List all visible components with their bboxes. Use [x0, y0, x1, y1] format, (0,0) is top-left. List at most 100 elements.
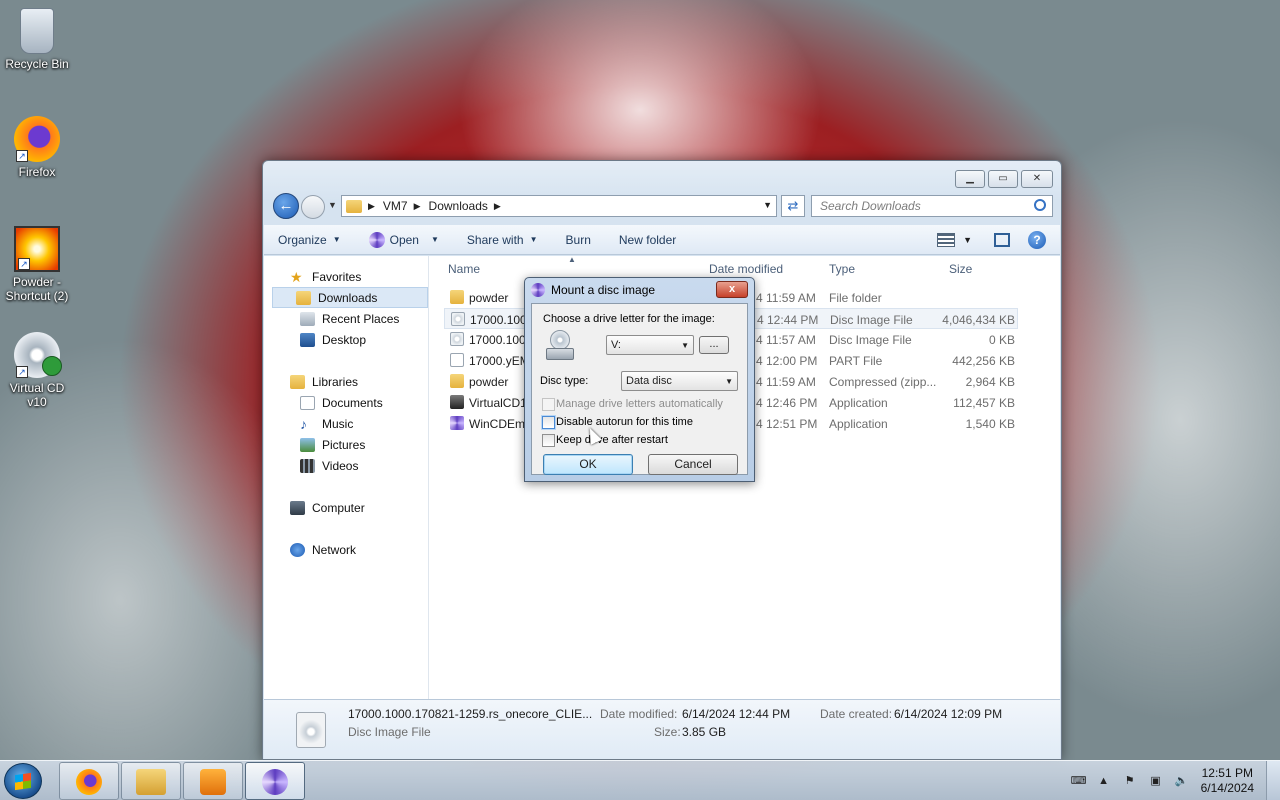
file-date: 4 12:46 PM [756, 396, 818, 410]
refresh-button[interactable]: ⇄ [781, 195, 805, 217]
back-button[interactable]: ← [273, 193, 299, 219]
disable-autorun-checkbox[interactable] [542, 416, 555, 429]
nav-videos[interactable]: Videos [264, 455, 428, 476]
ok-button[interactable]: OK [543, 454, 633, 475]
disc-type-label: Disc type: [540, 375, 589, 387]
desktop-icon-virtual-cd[interactable]: ↗ Virtual CD v10 [0, 332, 74, 409]
dialog-close-button[interactable]: x [716, 281, 748, 298]
new-folder-button[interactable]: New folder [619, 233, 676, 247]
minimize-button[interactable]: ▁ [955, 170, 985, 188]
file-type: Compressed (zipp... [829, 375, 937, 389]
drive-letter-select[interactable]: V: ▼ [606, 335, 694, 355]
pictures-icon [300, 437, 315, 452]
nav-network[interactable]: Network [264, 539, 428, 560]
chevron-right-icon[interactable]: ▶ [494, 201, 501, 212]
action-center-flag-icon[interactable]: ⚑ [1123, 775, 1137, 787]
disc-drive-icon [546, 330, 574, 362]
clock[interactable]: 12:51 PM 6/14/2024 [1201, 766, 1254, 796]
nav-label: Downloads [318, 290, 378, 305]
clock-date: 6/14/2024 [1200, 781, 1254, 795]
taskbar-firefox[interactable] [59, 762, 119, 800]
help-icon[interactable]: ? [1028, 231, 1046, 249]
start-button[interactable] [4, 763, 42, 799]
dialog-title-bar[interactable]: Mount a disc image [531, 283, 655, 297]
column-header-size[interactable]: Size [949, 262, 972, 276]
file-type: PART File [829, 354, 883, 368]
desktop-icon-firefox[interactable]: ↗ Firefox [0, 116, 74, 179]
share-with-label: Share with [466, 232, 524, 247]
disc-image-icon [451, 312, 465, 326]
nav-downloads[interactable]: Downloads [272, 287, 428, 308]
details-date-modified: 6/14/2024 12:44 PM [682, 707, 791, 721]
organize-label: Organize [278, 232, 327, 247]
taskbar-explorer[interactable] [121, 762, 181, 800]
details-filename: 17000.1000.170821-1259.rs_onecore_CLIE..… [348, 707, 593, 721]
shortcut-arrow-icon: ↗ [18, 258, 30, 270]
burn-button[interactable]: Burn [566, 233, 591, 247]
disc-type-select[interactable]: Data disc ▼ [621, 371, 738, 391]
search-placeholder: Search Downloads [820, 199, 921, 213]
chevron-right-icon[interactable]: ▶ [414, 201, 421, 212]
firefox-icon [76, 769, 102, 795]
column-header-type[interactable]: Type [829, 262, 855, 276]
keep-drive-checkbox[interactable] [542, 434, 555, 447]
nav-desktop[interactable]: Desktop [264, 329, 428, 350]
taskbar: ⌨ ▲ ⚑ ▣ 🔈 12:51 PM 6/14/2024 [0, 760, 1280, 800]
details-pane: 17000.1000.170821-1259.rs_onecore_CLIE..… [264, 699, 1060, 759]
search-input[interactable]: Search Downloads [811, 195, 1053, 217]
folder-icon [450, 290, 464, 304]
file-date: 4 12:00 PM [756, 354, 818, 368]
nav-computer[interactable]: Computer [264, 497, 428, 518]
share-with-button[interactable]: Share with ▼ [467, 233, 538, 247]
volume-muted-icon[interactable]: 🔈 [1175, 775, 1189, 787]
nav-recent-places[interactable]: Recent Places [264, 308, 428, 329]
address-dropdown-icon[interactable]: ▼ [763, 200, 772, 210]
close-button[interactable]: ✕ [1021, 170, 1053, 188]
forward-button[interactable] [301, 195, 325, 219]
address-bar[interactable]: ▶ VM7 ▶ Downloads ▶ ▼ [341, 195, 777, 217]
column-header-name[interactable]: Name [448, 262, 480, 276]
breadcrumb-vm7[interactable]: VM7 [383, 199, 408, 213]
taskbar-wincdemu[interactable] [245, 762, 305, 800]
taskbar-media-player[interactable] [183, 762, 243, 800]
change-view-icon[interactable] [937, 233, 956, 247]
nav-pictures[interactable]: Pictures [264, 434, 428, 455]
navigation-pane: ★ Favorites Downloads Recent Places Deskt… [264, 256, 429, 699]
nav-favorites[interactable]: ★ Favorites [264, 266, 428, 287]
mount-disc-image-dialog: Mount a disc image x Choose a drive lett… [524, 277, 755, 482]
recent-pages-dropdown[interactable]: ▼ [328, 200, 337, 210]
disc-type-value: Data disc [626, 375, 672, 387]
manage-drive-letters-label: Manage drive letters automatically [556, 398, 723, 410]
view-dropdown-icon[interactable]: ▼ [963, 235, 972, 245]
desktop-icon-recycle-bin[interactable]: Recycle Bin [0, 8, 74, 71]
browse-button[interactable]: ... [699, 336, 729, 354]
manage-drive-letters-checkbox[interactable] [542, 398, 555, 411]
nav-label: Libraries [312, 374, 359, 389]
search-icon[interactable] [1034, 199, 1046, 211]
open-button[interactable]: Open ▼ [368, 231, 439, 248]
nav-music[interactable]: ♪ Music [264, 413, 428, 434]
network-icon[interactable]: ▣ [1149, 775, 1163, 787]
details-size: 3.85 GB [682, 725, 727, 739]
chevron-right-icon[interactable]: ▶ [368, 201, 375, 212]
file-date: 4 11:59 AM [756, 375, 816, 389]
maximize-button[interactable]: ▭ [988, 170, 1018, 188]
nav-libraries[interactable]: Libraries [264, 371, 428, 392]
show-hidden-icons-icon[interactable]: ▲ [1097, 775, 1111, 787]
column-header-date[interactable]: Date modified [709, 262, 783, 276]
folder-icon [136, 769, 166, 795]
caption-buttons: ▁ ▭ ✕ [952, 170, 1053, 188]
breadcrumb-downloads[interactable]: Downloads [429, 199, 488, 213]
preview-pane-icon[interactable] [994, 233, 1010, 247]
nav-label: Pictures [322, 437, 366, 452]
desktop-icon-powder[interactable]: ↗ Powder - Shortcut (2) [0, 226, 74, 303]
cancel-button[interactable]: Cancel [648, 454, 738, 475]
details-filetype: Disc Image File [348, 725, 431, 739]
nav-label: Network [312, 542, 357, 557]
desktop-icon-label: Powder - Shortcut (2) [5, 275, 69, 303]
file-type: Application [829, 417, 888, 431]
show-desktop-button[interactable] [1266, 761, 1280, 800]
nav-documents[interactable]: Documents [264, 392, 428, 413]
organize-button[interactable]: Organize ▼ [278, 233, 341, 247]
keyboard-icon[interactable]: ⌨ [1071, 775, 1087, 787]
